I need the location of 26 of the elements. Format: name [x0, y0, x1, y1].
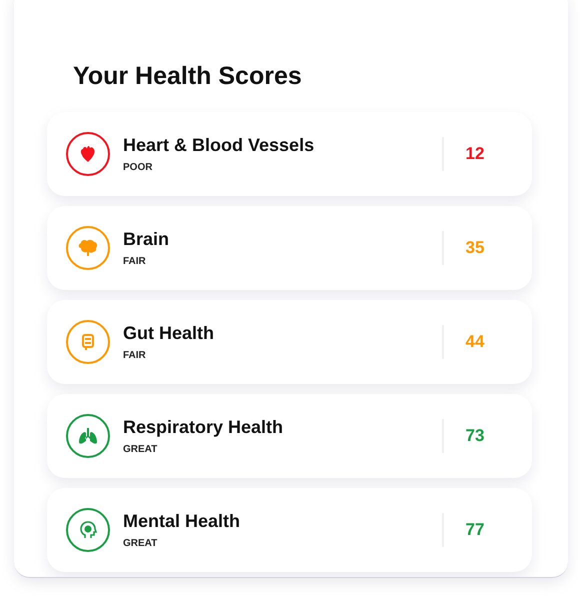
heart-icon	[80, 145, 96, 163]
page-title: Your Health Scores	[72, 61, 303, 90]
score-value: 35	[464, 238, 486, 258]
score-row[interactable]: Gut Health FAIR 44	[47, 300, 532, 384]
rating-label: FAIR	[123, 350, 147, 361]
rating-label: GREAT	[123, 538, 158, 549]
score-row[interactable]: Brain FAIR 35	[47, 206, 532, 290]
brain-icon	[78, 239, 98, 257]
score-row[interactable]: Respiratory Health GREAT 73	[47, 394, 532, 478]
category-name: Heart & Blood Vessels	[123, 135, 316, 156]
rating-label: GREAT	[123, 444, 158, 455]
score-value: 77	[464, 520, 486, 540]
category-name: Gut Health	[123, 323, 216, 344]
head-icon	[79, 521, 97, 539]
rating-label: POOR	[123, 162, 154, 173]
category-name: Respiratory Health	[123, 417, 284, 438]
score-value: 12	[464, 144, 486, 164]
lungs-icon	[78, 427, 98, 445]
category-name: Mental Health	[123, 511, 242, 532]
score-value: 44	[464, 332, 486, 352]
score-row[interactable]: Heart & Blood Vessels POOR 12	[47, 112, 532, 196]
score-value: 73	[464, 426, 486, 446]
intestine-icon	[81, 333, 95, 351]
score-row[interactable]: Mental Health GREAT 77	[47, 488, 532, 572]
rating-label: FAIR	[123, 256, 147, 267]
category-name: Brain	[123, 229, 170, 250]
